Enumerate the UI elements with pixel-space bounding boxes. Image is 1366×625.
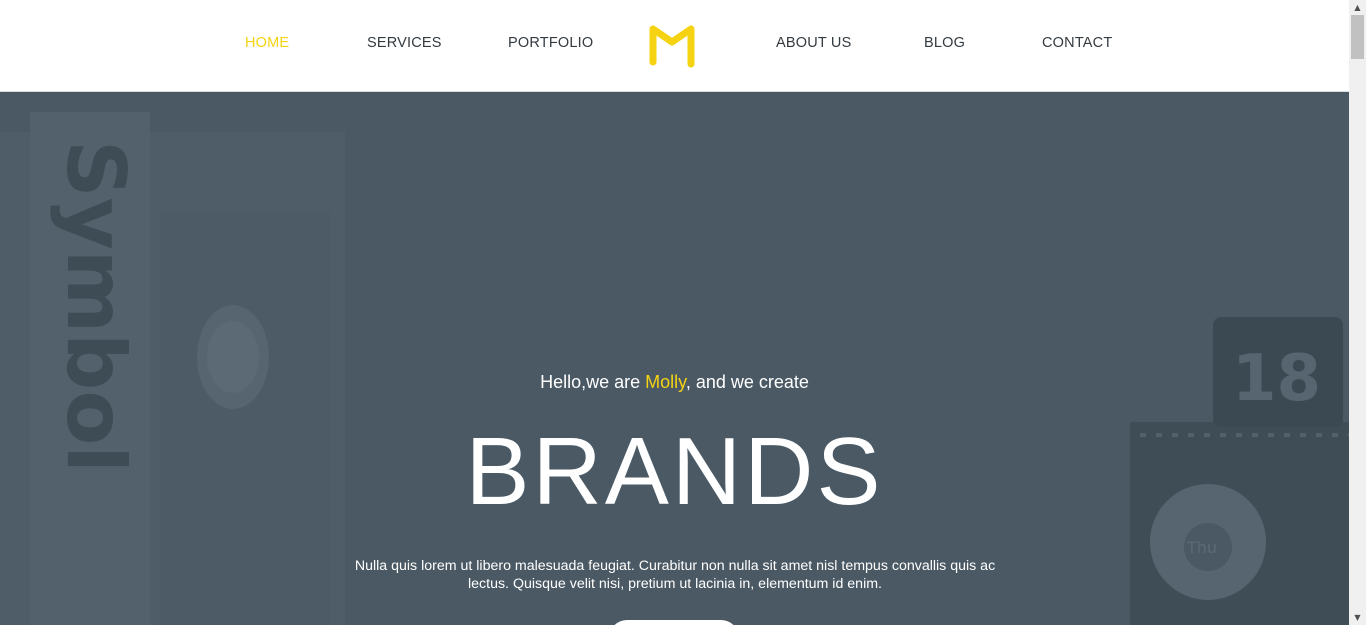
- vertical-scrollbar[interactable]: ▲ ▼: [1349, 0, 1366, 625]
- scrollbar-thumb[interactable]: [1351, 15, 1364, 59]
- hero-intro-before: Hello,we are: [540, 372, 646, 392]
- hero-cta-button[interactable]: [609, 620, 739, 625]
- arrow-up-icon[interactable]: ▲: [1349, 0, 1366, 15]
- top-navbar: HOME SERVICES PORTFOLIO ABOUT US BLOG CO…: [0, 0, 1349, 92]
- hero-intro-name: Molly: [645, 372, 686, 392]
- hero-title: BRANDS: [465, 418, 884, 525]
- arrow-down-icon[interactable]: ▼: [1349, 610, 1366, 625]
- hero-intro: Hello,we are Molly, and we create: [0, 372, 1349, 393]
- hero-description: Nulla quis lorem ut libero malesuada feu…: [354, 558, 996, 592]
- nav-about-us[interactable]: ABOUT US: [776, 35, 851, 51]
- hero-intro-after: , and we create: [685, 372, 809, 392]
- nav-blog[interactable]: BLOG: [924, 35, 965, 51]
- hero-background-image: Symbol 18 Thu: [0, 92, 1349, 625]
- nav-home[interactable]: HOME: [245, 35, 289, 51]
- m-logo-icon[interactable]: [648, 24, 696, 69]
- nav-portfolio[interactable]: PORTFOLIO: [508, 35, 593, 51]
- hero-section: Symbol 18 Thu Hello,we are Molly, and we…: [0, 92, 1349, 625]
- nav-services[interactable]: SERVICES: [367, 35, 442, 51]
- bg-calendar-text: Thu: [1186, 538, 1217, 557]
- nav-contact[interactable]: CONTACT: [1042, 35, 1112, 51]
